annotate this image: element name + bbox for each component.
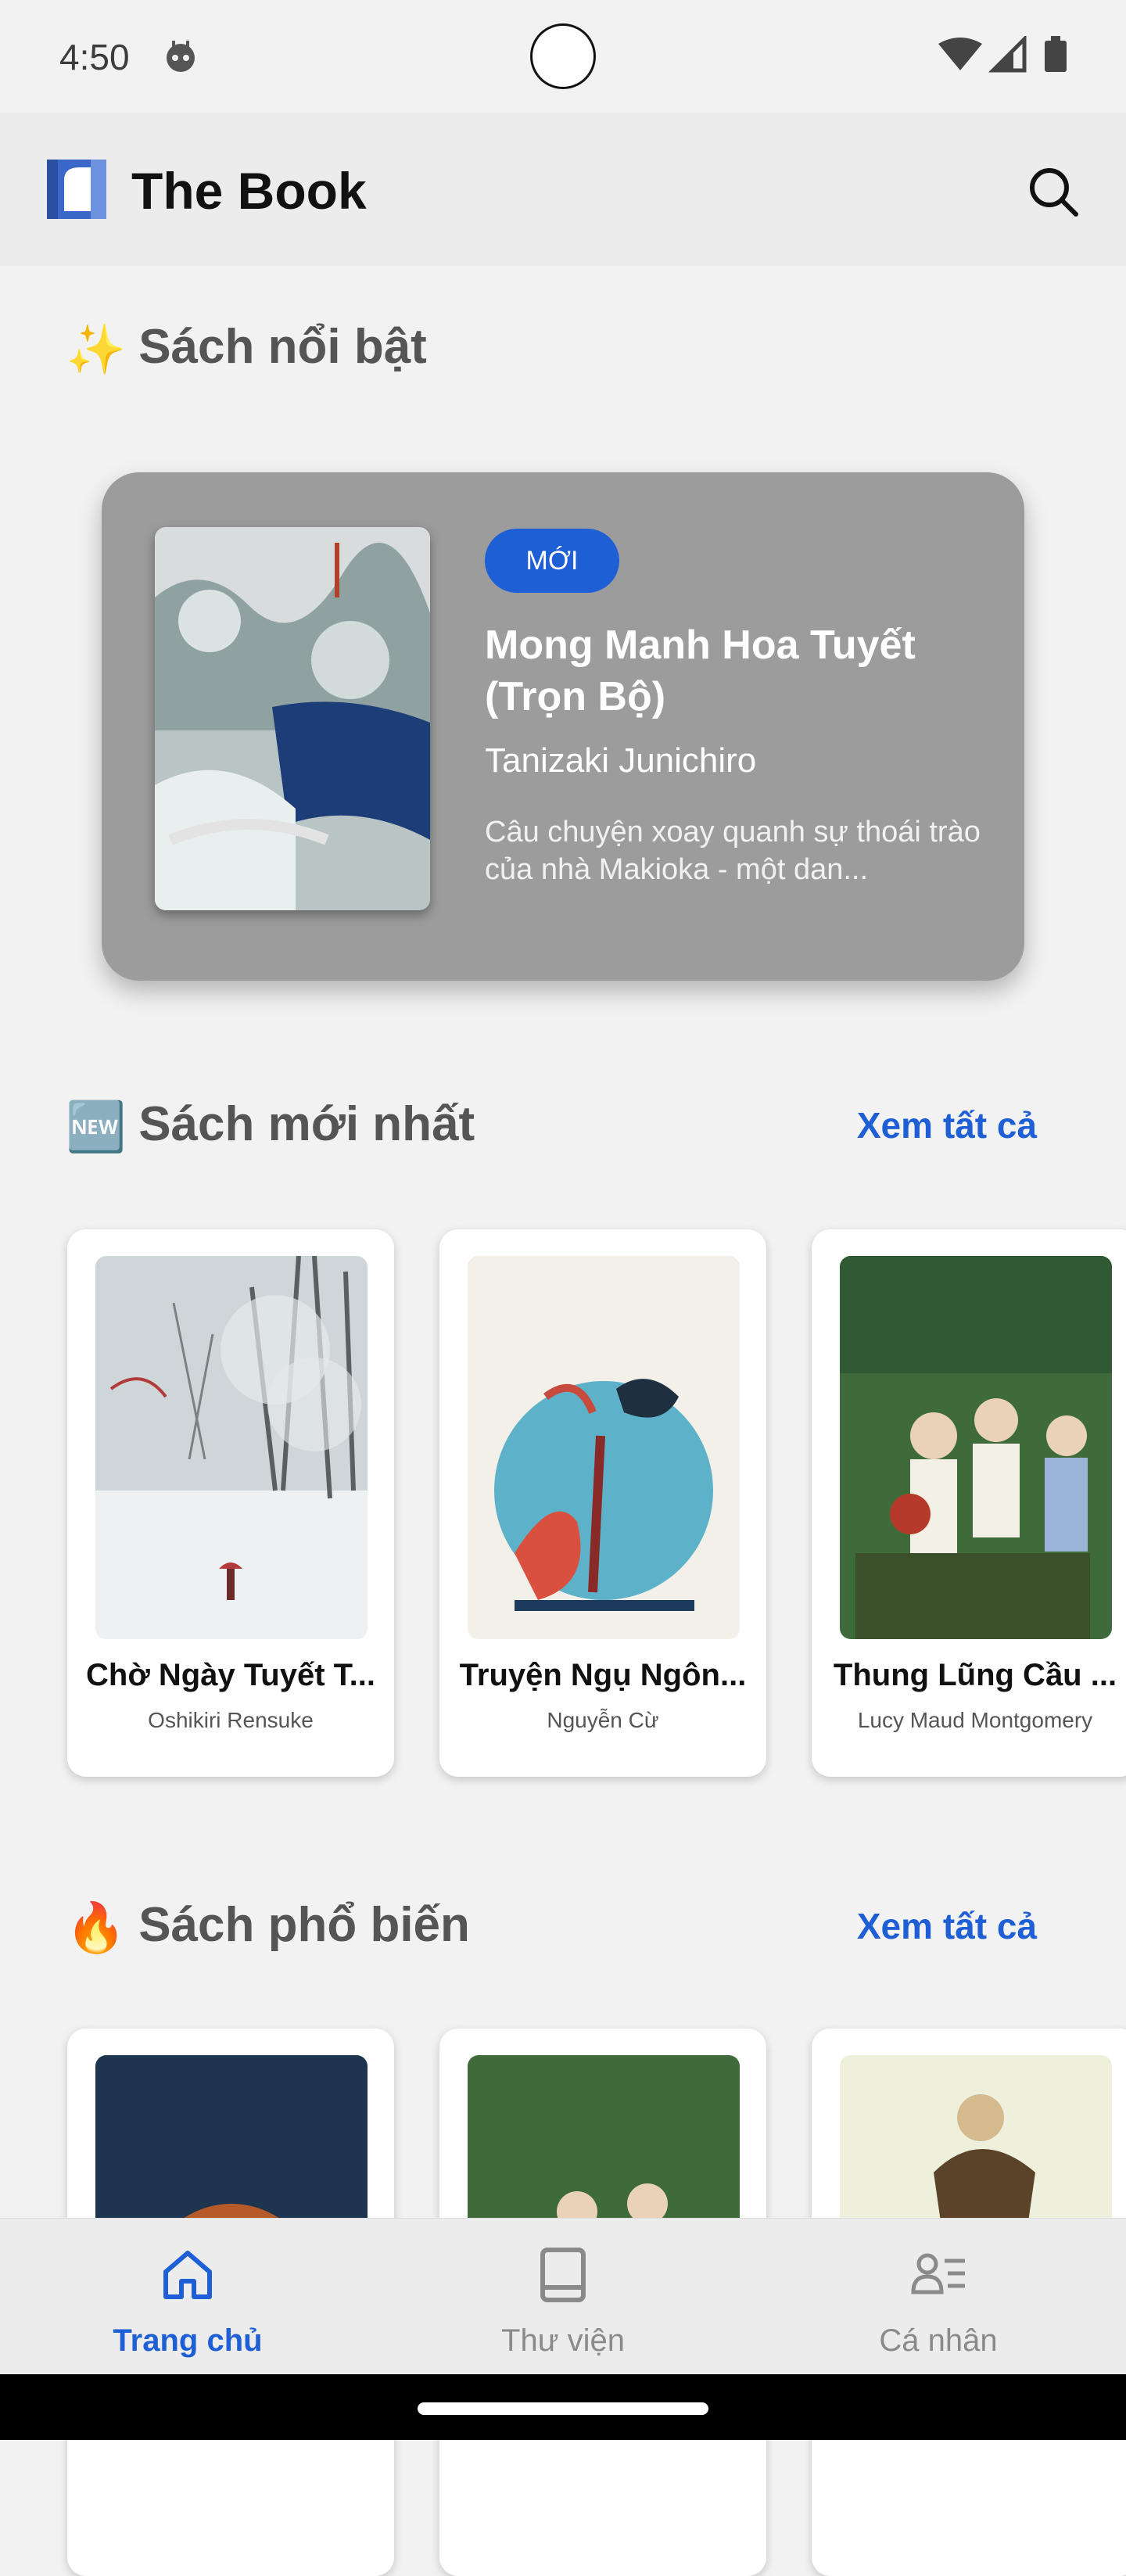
new-icon: 🆕 <box>66 1100 127 1154</box>
popular-section-label: Sách phổ biến <box>138 1898 470 1952</box>
book-cover <box>468 1256 740 1639</box>
new-badge: MỚI <box>485 529 619 593</box>
nav-label: Thư viện <box>501 2323 625 2358</box>
newest-section-title: 🆕 Sách mới nhất <box>66 1093 475 1159</box>
popular-section-title: 🔥 Sách phổ biến <box>66 1894 470 1960</box>
status-bar: 4:50 <box>0 0 1126 113</box>
camera-cutout <box>530 23 596 89</box>
book-card[interactable]: Chờ Ngày Tuyết T... Oshikiri Rensuke <box>67 1229 394 1777</box>
featured-book-description: Câu chuyện xoay quanh sự thoái trào của … <box>485 816 981 886</box>
nav-label: Cá nhân <box>879 2323 998 2358</box>
book-author: Oshikiri Rensuke <box>148 1708 314 1732</box>
nav-label: Trang chủ <box>113 2323 263 2358</box>
wifi-icon <box>938 38 982 70</box>
newest-see-all-link[interactable]: Xem tất cả <box>857 1104 1037 1146</box>
gesture-navigation-bar <box>0 2374 1126 2440</box>
android-notification-icon <box>167 41 195 72</box>
fire-icon: 🔥 <box>66 1900 127 1955</box>
book-author: Nguyễn Cừ <box>547 1708 659 1732</box>
featured-section-title: ✨ Sách nổi bật <box>66 316 427 382</box>
book-author: Lucy Maud Montgomery <box>857 1708 1093 1732</box>
book-card[interactable]: Thung Lũng Cầu ... Lucy Maud Montgomery <box>812 1229 1126 1777</box>
profile-list-icon <box>911 2253 965 2294</box>
home-icon <box>163 2251 212 2299</box>
popular-see-all-link[interactable]: Xem tất cả <box>857 1905 1037 1947</box>
featured-book-cover <box>155 527 430 910</box>
book-title: Chờ Ngày Tuyết T... <box>86 1658 375 1692</box>
gesture-handle[interactable] <box>418 2402 708 2415</box>
book-cover <box>95 1256 368 1639</box>
newest-section-label: Sách mới nhất <box>138 1097 475 1151</box>
app-logo-icon <box>47 160 106 219</box>
nav-item-profile[interactable]: Cá nhân <box>751 2219 1126 2375</box>
battery-icon <box>1045 41 1067 72</box>
featured-section-label: Sách nổi bật <box>138 320 427 374</box>
featured-book-card[interactable]: MỚI Mong Manh Hoa Tuyết (Trọn Bộ) Taniza… <box>102 472 1024 981</box>
book-cover <box>840 1256 1112 1639</box>
status-time: 4:50 <box>59 37 130 77</box>
book-title: Truyện Ngụ Ngôn... <box>459 1658 747 1692</box>
book-title: Thung Lũng Cầu ... <box>833 1658 1117 1692</box>
nav-item-home[interactable]: Trang chủ <box>0 2219 375 2375</box>
featured-book-author: Tanizaki Junichiro <box>485 741 757 780</box>
app-bar: The Book <box>0 113 1126 266</box>
bottom-navigation: Trang chủ Thư viện Cá nhân <box>0 2218 1126 2375</box>
app-title: The Book <box>131 162 367 220</box>
nav-item-library[interactable]: Thư viện <box>375 2219 751 2375</box>
featured-book-title: Mong Manh Hoa Tuyết (Trọn Bộ) <box>485 622 916 719</box>
search-icon[interactable] <box>1026 164 1081 219</box>
status-icons <box>938 36 1067 73</box>
sparkles-icon: ✨ <box>66 322 127 377</box>
book-card[interactable]: Truyện Ngụ Ngôn... Nguyễn Cừ <box>439 1229 766 1777</box>
book-icon <box>540 2248 586 2302</box>
